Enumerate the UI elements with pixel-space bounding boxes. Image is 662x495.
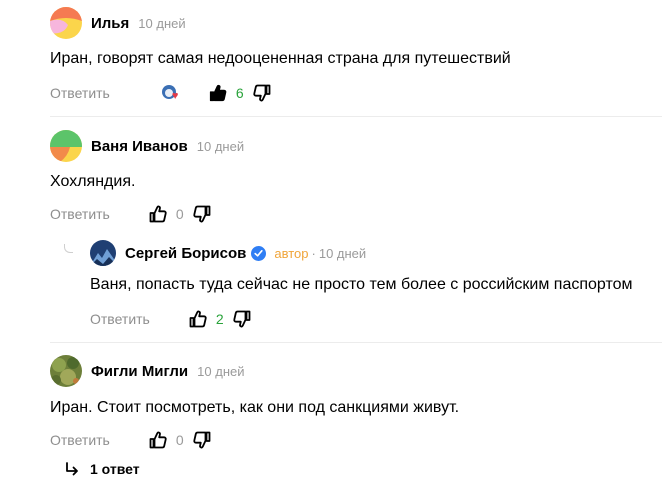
- comment-text: Иран, говорят самая недооцененная страна…: [50, 50, 511, 67]
- reply-button[interactable]: Ответить: [90, 311, 150, 327]
- divider: [50, 342, 662, 343]
- comment-time: 10 дней: [318, 245, 367, 261]
- thumbs-down-icon[interactable]: [252, 83, 272, 103]
- comment-header: Илья 10 дней: [50, 7, 186, 39]
- comment-header: Фигли Мигли 10 дней: [50, 355, 244, 387]
- reply-button[interactable]: Ответить: [50, 85, 110, 101]
- comment-time: 10 дней: [197, 363, 245, 379]
- show-replies-label[interactable]: 1 ответ: [90, 461, 140, 477]
- thumbs-down-icon[interactable]: [192, 204, 212, 224]
- comment-actions: Ответить 2: [90, 308, 252, 330]
- comment-text: Ваня, попасть туда сейчас не просто тем …: [90, 276, 633, 293]
- comment-text: Иран. Стоит посмотреть, как они под санк…: [50, 399, 460, 416]
- avatar[interactable]: [50, 130, 82, 162]
- verified-check-icon: [251, 245, 267, 261]
- thumbs-down-icon[interactable]: [232, 309, 252, 329]
- avatar[interactable]: [90, 240, 116, 266]
- author-name[interactable]: Ваня Иванов: [91, 138, 188, 155]
- author-tag: автор: [274, 245, 309, 261]
- thumbs-up-icon[interactable]: [148, 204, 168, 224]
- avatar[interactable]: [50, 355, 82, 387]
- comment-actions: Ответить 0: [50, 429, 212, 451]
- avatar[interactable]: [50, 7, 82, 39]
- thumbs-up-icon[interactable]: [148, 430, 168, 450]
- meta-separator: ·: [311, 245, 316, 261]
- comment-actions: Ответить ♥ 6: [50, 82, 272, 104]
- reactions-icon[interactable]: ♥: [161, 84, 182, 102]
- like-count: 6: [235, 85, 244, 101]
- author-name[interactable]: Илья: [91, 15, 129, 32]
- reply-button[interactable]: Ответить: [50, 206, 110, 222]
- thumbs-down-icon[interactable]: [192, 430, 212, 450]
- like-count: 0: [175, 206, 184, 222]
- thumbs-up-icon[interactable]: [208, 83, 228, 103]
- divider: [50, 116, 662, 117]
- comment-text: Хохляндия.: [50, 173, 136, 190]
- comment-header: Сергей Борисов автор · 10 дней: [90, 240, 366, 266]
- thread-line: [64, 244, 73, 253]
- comment-actions: Ответить 0: [50, 203, 212, 225]
- comment-header: Ваня Иванов 10 дней: [50, 130, 244, 162]
- comment-time: 10 дней: [196, 138, 245, 154]
- thumbs-up-icon[interactable]: [188, 309, 208, 329]
- author-name[interactable]: Сергей Борисов: [125, 245, 246, 262]
- reply-button[interactable]: Ответить: [50, 432, 110, 448]
- show-replies-button[interactable]: 1 ответ: [64, 461, 140, 477]
- like-count: 0: [175, 432, 184, 448]
- comment-time: 10 дней: [138, 15, 186, 31]
- reply-arrow-icon: [64, 461, 80, 477]
- like-count: 2: [215, 311, 224, 327]
- author-name[interactable]: Фигли Мигли: [91, 363, 188, 380]
